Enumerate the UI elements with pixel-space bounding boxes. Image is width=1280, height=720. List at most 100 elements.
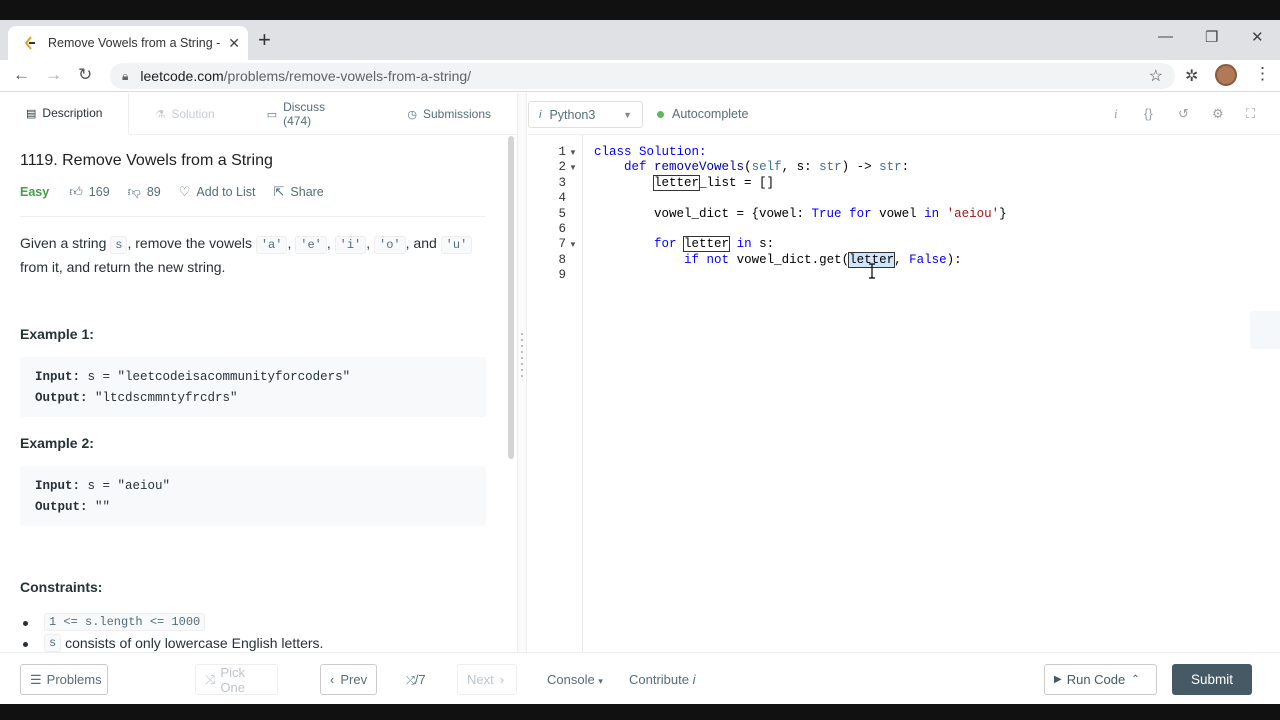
code-token: False: [909, 253, 947, 267]
code-token: ) ->: [841, 160, 880, 174]
line-number: 9: [558, 268, 566, 282]
info-icon[interactable]: i: [1114, 106, 1118, 122]
next-label: Next: [467, 672, 494, 687]
braces-icon[interactable]: {}: [1144, 106, 1153, 121]
description-scrollbar[interactable]: [508, 136, 514, 459]
problem-title: 1119. Remove Vowels from a String: [20, 152, 273, 169]
contribute-button[interactable]: Contribute i: [629, 672, 696, 687]
constraints-heading: Constraints:: [20, 579, 103, 595]
back-icon[interactable]: ←: [13, 65, 30, 85]
code-line[interactable]: def removeVowels(self, s: str) -> str:: [594, 160, 909, 174]
tab-discuss[interactable]: ▭ Discuss (474): [241, 93, 382, 135]
add-to-list-label: Add to List: [196, 185, 256, 199]
console-label: Console: [547, 672, 595, 687]
code-line[interactable]: for letter in s:: [594, 236, 774, 252]
screen-top-border: [0, 0, 1280, 20]
fold-arrow-icon[interactable]: ▼: [569, 148, 577, 157]
new-tab-icon[interactable]: +: [258, 28, 271, 52]
play-icon: ▶: [1054, 674, 1062, 685]
problem-meta: Easy 👍︎ 169 👎︎ 89 ♡ Add to List ⇱ Share: [20, 184, 342, 200]
pick-one-button[interactable]: ⤨ Pick One: [195, 664, 278, 695]
code-token: Solution:: [631, 145, 707, 159]
forward-icon[interactable]: →: [45, 65, 62, 85]
restore-icon[interactable]: ❐: [1205, 28, 1218, 46]
code-token: class: [594, 145, 632, 159]
submit-button[interactable]: Submit: [1172, 664, 1252, 695]
reload-icon[interactable]: ↻: [78, 65, 92, 85]
thumbs-up-icon: 👍︎: [69, 184, 83, 199]
run-code-button[interactable]: ▶ Run Code ⌃: [1044, 664, 1157, 695]
pick-one-label: Pick One: [220, 664, 245, 695]
settings-icon[interactable]: ⚙: [1212, 106, 1224, 122]
vowel-o: 'o': [374, 236, 406, 254]
tab-description[interactable]: ▤ Description: [0, 93, 130, 135]
page-indicator[interactable]: ⤮/7: [406, 672, 426, 688]
url-host: leetcode.com: [140, 68, 224, 84]
constraint-item: 1 <= s.length <= 1000: [22, 613, 206, 631]
run-code-label: Run Code: [1066, 672, 1126, 687]
feedback-tab[interactable]: [1250, 311, 1280, 349]
pane-splitter[interactable]: [517, 93, 527, 653]
code-line[interactable]: letter_list = []: [594, 175, 774, 191]
fullscreen-icon[interactable]: ⛶: [1246, 106, 1255, 122]
reset-icon[interactable]: ↺: [1178, 106, 1189, 122]
line-number: 2: [558, 160, 566, 174]
line-number: 1: [558, 145, 566, 159]
tab-solution[interactable]: ⚗ Solution: [129, 93, 240, 135]
autocomplete-toggle[interactable]: Autocomplete: [657, 107, 748, 121]
extensions-icon[interactable]: ✲: [1185, 66, 1198, 86]
code-token: self: [751, 160, 782, 174]
close-tab-icon[interactable]: ✕: [228, 35, 240, 52]
dislike-button[interactable]: 👎︎ 89: [128, 184, 161, 200]
url-bar[interactable]: 🔒︎ leetcode.com/problems/remove-vowels-f…: [110, 63, 1175, 89]
example2-input: s = "aeiou": [87, 479, 171, 493]
prev-button[interactable]: ‹ Prev: [320, 664, 377, 695]
lock-icon: 🔒︎: [122, 68, 129, 83]
tab-submissions[interactable]: ◷ Submissions: [381, 93, 517, 135]
constraint2-text: consists of only lowercase English lette…: [65, 635, 324, 651]
clock-icon: ◷: [407, 108, 417, 121]
code-line[interactable]: class Solution:: [594, 145, 707, 159]
problems-button[interactable]: ☰ Problems: [20, 664, 108, 695]
vowel-i: 'i': [334, 236, 367, 254]
language-select[interactable]: i Python3 ▼: [528, 101, 643, 128]
desc-text-1: Given a string: [20, 235, 107, 251]
vowel-a: 'a': [255, 236, 288, 254]
next-button[interactable]: Next ›: [457, 664, 517, 695]
window-close-icon[interactable]: ✕: [1251, 28, 1264, 46]
example1-output-label: Output:: [35, 391, 88, 405]
code-token: ,: [894, 253, 910, 267]
line-number: 3: [558, 176, 566, 190]
example1-heading: Example 1:: [20, 326, 94, 342]
splitter-grip[interactable]: [521, 333, 523, 381]
chat-icon: ▭: [266, 108, 278, 121]
fold-arrow-icon[interactable]: ▼: [569, 163, 577, 172]
code-line[interactable]: if not vowel_dict.get(letter, False):: [594, 252, 962, 268]
problem-tabs: ▤ Description ⚗ Solution ▭ Discuss (474) ◷ S…: [0, 93, 517, 135]
desc-and: , and: [405, 235, 437, 251]
tab-solution-label: Solution: [171, 107, 215, 121]
thumbs-down-icon: 👎︎: [127, 184, 141, 199]
code-token: removeVowels: [654, 160, 745, 174]
minimize-icon[interactable]: —: [1158, 28, 1173, 45]
avatar[interactable]: [1215, 64, 1237, 86]
shuffle-icon: ⤨: [205, 671, 216, 687]
code-token: :: [901, 160, 910, 174]
fold-arrow-icon[interactable]: ▼: [569, 240, 577, 249]
example2-output: "": [95, 500, 111, 514]
divider: [20, 216, 486, 217]
share-button[interactable]: ⇱ Share: [274, 184, 324, 200]
browser-tab[interactable]: Remove Vowels from a String - Le ✕: [8, 26, 248, 60]
add-to-list-button[interactable]: ♡ Add to List: [179, 184, 256, 200]
bookmark-star-icon[interactable]: ☆: [1149, 66, 1163, 86]
console-toggle[interactable]: Console ▾: [547, 672, 603, 687]
flask-icon: ⚗: [155, 108, 166, 121]
chevron-up-icon: ⌃: [1131, 674, 1140, 685]
code-token: , s:: [781, 160, 820, 174]
tab-description-label: Description: [42, 106, 103, 120]
desc-text-3: from it, and return the new string.: [20, 259, 226, 275]
like-button[interactable]: 👍︎ 169: [69, 184, 109, 200]
code-line[interactable]: vowel_dict = {vowel: True for vowel in '…: [594, 207, 1007, 221]
browser-menu-icon[interactable]: ⋮: [1254, 64, 1271, 84]
vowel-u: 'u': [440, 236, 473, 254]
